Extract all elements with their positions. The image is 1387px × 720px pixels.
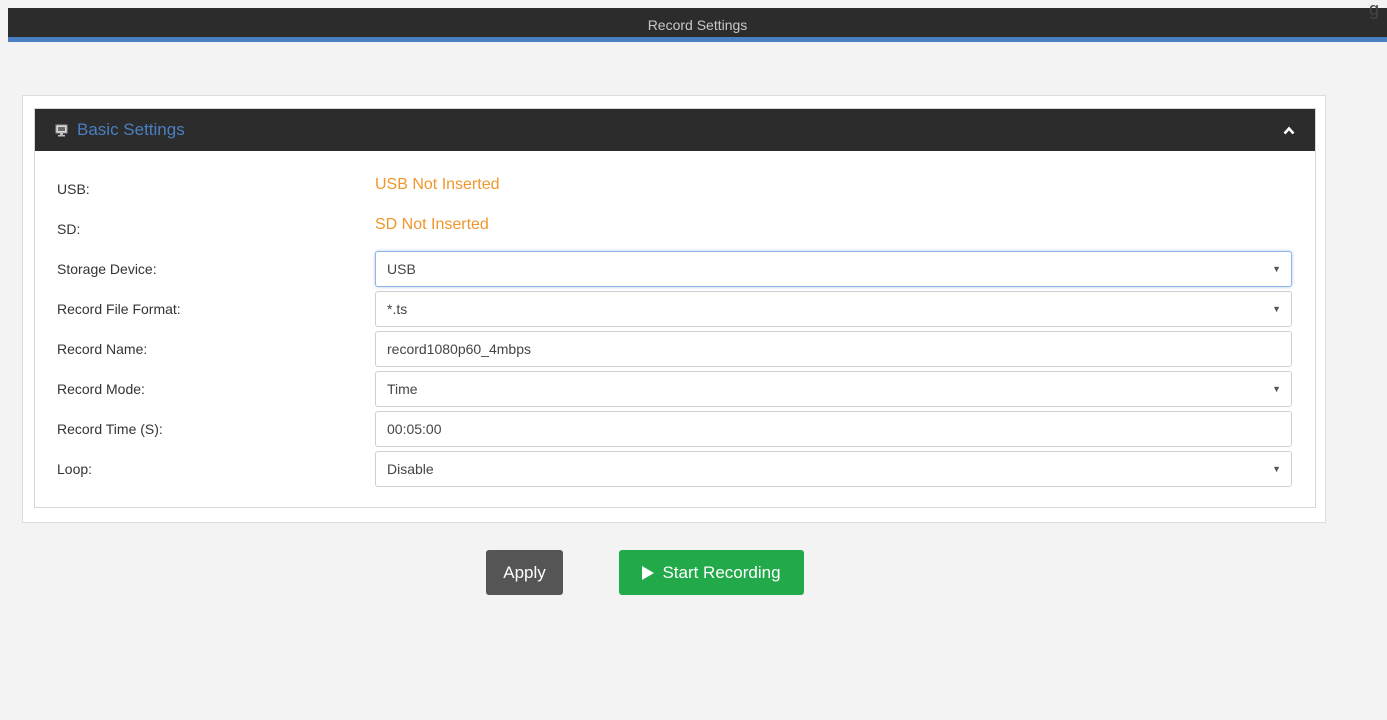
record-mode-select[interactable]: Time ▼ xyxy=(375,371,1292,407)
chevron-up-icon[interactable] xyxy=(1279,120,1299,140)
sd-label: SD: xyxy=(57,221,81,237)
record-mode-value: Time xyxy=(387,381,418,397)
page: Record Settings g Basic Settings USB: US… xyxy=(0,0,1387,720)
loop-select[interactable]: Disable ▼ xyxy=(375,451,1292,487)
record-file-format-select[interactable]: *.ts ▼ xyxy=(375,291,1292,327)
record-file-format-label: Record File Format: xyxy=(57,301,181,317)
caret-down-icon: ▼ xyxy=(1272,264,1281,274)
loop-row: Loop: Disable ▼ xyxy=(57,451,1293,487)
usb-label: USB: xyxy=(57,181,90,197)
storage-device-label: Storage Device: xyxy=(57,261,157,277)
record-time-row: Record Time (S): 00:05:00 xyxy=(57,411,1293,447)
panel-header[interactable]: Basic Settings xyxy=(35,109,1315,151)
page-title: Record Settings xyxy=(647,17,748,33)
play-icon xyxy=(642,565,655,580)
basic-settings-panel: Basic Settings USB: USB Not Inserted SD:… xyxy=(34,108,1316,508)
storage-device-select[interactable]: USB ▼ xyxy=(375,251,1292,287)
monitor-icon xyxy=(55,124,69,137)
top-bar: Record Settings g xyxy=(8,0,1387,42)
record-time-label: Record Time (S): xyxy=(57,421,163,437)
start-recording-label: Start Recording xyxy=(662,562,781,582)
loop-value: Disable xyxy=(387,461,434,477)
caret-down-icon: ▼ xyxy=(1272,304,1281,314)
record-name-input[interactable]: record1080p60_4mbps xyxy=(375,331,1292,367)
apply-button-label: Apply xyxy=(503,562,546,582)
panel-title: Basic Settings xyxy=(77,120,185,139)
record-time-value: 00:05:00 xyxy=(387,421,442,437)
panel-title-wrap: Basic Settings xyxy=(55,120,185,140)
usb-status-value: USB Not Inserted xyxy=(375,176,500,193)
record-time-input[interactable]: 00:05:00 xyxy=(375,411,1292,447)
record-file-format-row: Record File Format: *.ts ▼ xyxy=(57,291,1293,327)
storage-device-row: Storage Device: USB ▼ xyxy=(57,251,1293,287)
start-recording-button[interactable]: Start Recording xyxy=(619,550,804,595)
corner-glyph: g xyxy=(1368,0,1379,19)
record-mode-label: Record Mode: xyxy=(57,381,145,397)
record-name-value: record1080p60_4mbps xyxy=(387,341,531,357)
sd-status-value: SD Not Inserted xyxy=(375,216,489,233)
storage-device-value: USB xyxy=(387,261,416,277)
usb-status-row: USB: USB Not Inserted xyxy=(57,171,1293,207)
sd-status-row: SD: SD Not Inserted xyxy=(57,211,1293,247)
record-file-format-value: *.ts xyxy=(387,301,408,317)
record-mode-row: Record Mode: Time ▼ xyxy=(57,371,1293,407)
record-name-label: Record Name: xyxy=(57,341,148,357)
apply-button[interactable]: Apply xyxy=(486,550,563,595)
caret-down-icon: ▼ xyxy=(1272,464,1281,474)
settings-container: Basic Settings USB: USB Not Inserted SD:… xyxy=(22,95,1326,523)
record-name-row: Record Name: record1080p60_4mbps xyxy=(57,331,1293,367)
loop-label: Loop: xyxy=(57,461,93,477)
caret-down-icon: ▼ xyxy=(1272,384,1281,394)
